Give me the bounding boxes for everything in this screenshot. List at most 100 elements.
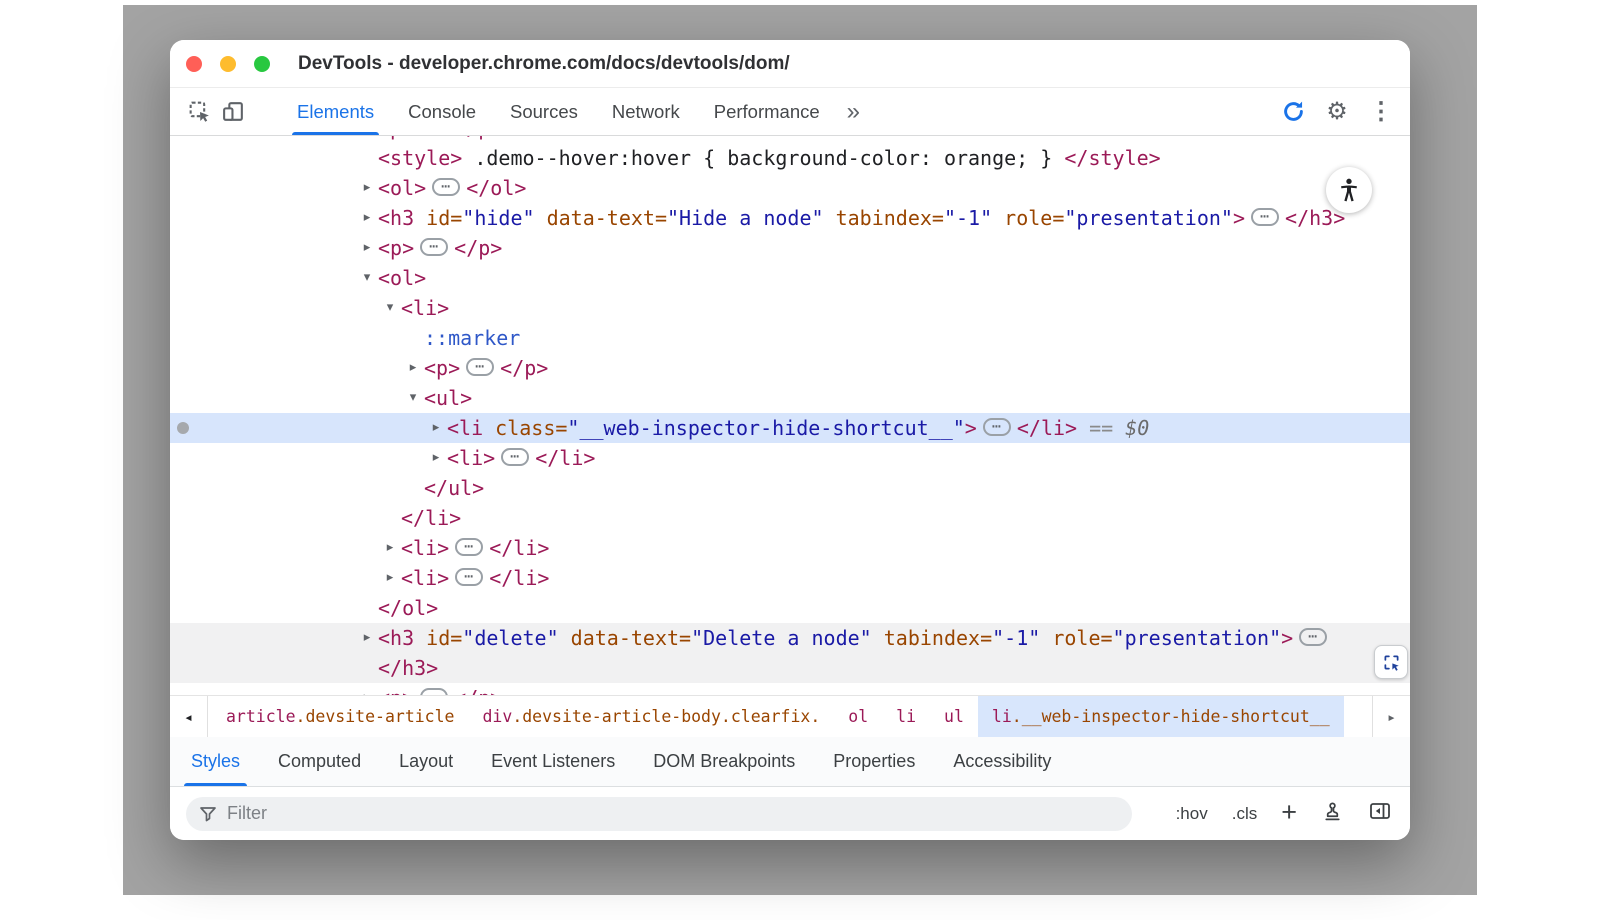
inspect-cursor-icon [187,99,212,124]
collapsed-arrow-icon[interactable]: ▸ [358,136,376,143]
dom-token-tag: </p> [454,236,502,260]
dom-row[interactable]: ▸<p>⋯</p> [170,136,1410,143]
sidebar-tab-event-listeners[interactable]: Event Listeners [472,737,634,786]
expand-children-icon[interactable]: ⋯ [983,418,1011,436]
dom-token-tag: > [1281,626,1293,650]
device-toolbar-icon [221,99,246,124]
tab-elements[interactable]: Elements [280,88,391,135]
collapsed-arrow-icon[interactable]: ▸ [381,533,399,563]
breadcrumb-scroll-left-icon[interactable]: ◂ [170,696,208,737]
dom-tree[interactable]: ▸<p>⋯</p><style> .demo--hover:hover { ba… [170,136,1410,695]
sidebar-tab-computed[interactable]: Computed [259,737,380,786]
expanded-arrow-icon[interactable]: ▾ [358,263,376,293]
dom-row[interactable]: ▸<li>⋯</li> [170,533,1410,563]
collapsed-arrow-icon[interactable]: ▸ [358,233,376,263]
zoom-button[interactable] [254,56,270,72]
sidebar-tab-properties[interactable]: Properties [814,737,934,786]
collapsed-arrow-icon[interactable]: ▸ [427,413,445,443]
dom-row[interactable]: ▸<h3 id="delete" data-text="Delete a nod… [170,623,1410,653]
dom-token-tag: <h3 [378,206,414,230]
dom-row[interactable]: </ol> [170,593,1410,623]
collapsed-arrow-icon[interactable]: ▸ [381,563,399,593]
dom-row[interactable]: ▾<ol> [170,263,1410,293]
kebab-menu-icon[interactable]: ⋮ [1364,95,1398,129]
expanded-arrow-icon[interactable]: ▾ [381,293,399,323]
tab-performance[interactable]: Performance [697,88,837,135]
collapsed-arrow-icon[interactable]: ▸ [358,203,376,233]
sidebar-tab-dom-breakpoints[interactable]: DOM Breakpoints [634,737,814,786]
dom-token-tag: </ol> [466,176,526,200]
pick-element-button[interactable] [1374,645,1408,679]
dom-token-pseudo: ::marker [424,326,520,350]
style-filter-field[interactable] [186,797,1132,831]
breadcrumb-item[interactable]: li.__web-inspector-hide-shortcut__ [978,696,1344,737]
dom-row[interactable]: ▸<li class="__web-inspector-hide-shortcu… [170,413,1410,443]
breadcrumb-item[interactable]: ul [930,696,978,737]
tab-sources[interactable]: Sources [493,88,595,135]
dom-row[interactable]: ▾<li> [170,293,1410,323]
element-classes-button[interactable]: .cls [1232,804,1258,824]
tab-network[interactable]: Network [595,88,697,135]
expand-children-icon[interactable]: ⋯ [501,448,529,466]
expand-children-icon[interactable]: ⋯ [455,538,483,556]
expanded-arrow-icon[interactable]: ▾ [404,383,422,413]
expand-children-icon[interactable]: ⋯ [466,358,494,376]
filter-input[interactable] [227,803,1120,824]
inspect-element-button[interactable] [182,95,216,129]
dom-row[interactable]: </ul> [170,473,1410,503]
collapsed-arrow-icon[interactable]: ▸ [404,353,422,383]
breadcrumb-items: article.devsite-articlediv.devsite-artic… [208,696,1372,737]
breadcrumb-item[interactable]: div.devsite-article-body.clearfix. [469,696,835,737]
dom-row[interactable]: ▸<h3 id="hide" data-text="Hide a node" t… [170,203,1410,233]
breadcrumb-tag: div [483,707,513,726]
more-tabs-button[interactable]: » [837,98,870,126]
sidebar-tab-layout[interactable]: Layout [380,737,472,786]
breadcrumb-item[interactable]: li [882,696,930,737]
dom-row[interactable]: ::marker [170,323,1410,353]
dom-row[interactable]: ▾<ul> [170,383,1410,413]
toggle-element-state-button[interactable]: :hov [1176,804,1208,824]
devtools-tabs: ElementsConsoleSourcesNetworkPerformance [280,88,837,135]
tab-console[interactable]: Console [391,88,493,135]
expand-children-icon[interactable]: ⋯ [1299,628,1327,646]
dom-token-attr: tabindex= [824,206,944,230]
breadcrumb-item[interactable]: ol [834,696,882,737]
dom-token-val: "-1" [992,626,1040,650]
collapsed-arrow-icon[interactable]: ▸ [358,683,376,695]
minimize-button[interactable] [220,56,236,72]
expand-children-icon[interactable]: ⋯ [420,238,448,256]
expand-children-icon[interactable]: ⋯ [420,688,448,696]
dom-row[interactable]: ▸<li>⋯</li> [170,443,1410,473]
sidebar-tabs: StylesComputedLayoutEvent ListenersDOM B… [170,737,1410,787]
dom-row[interactable]: </li> [170,503,1410,533]
breadcrumb-scroll-right-icon[interactable]: ▸ [1372,696,1410,737]
collapse-panel-icon[interactable] [1368,799,1392,828]
dom-row[interactable]: ▸<p>⋯</p> [170,353,1410,383]
dom-row[interactable]: ▸<ol>⋯</ol> [170,173,1410,203]
expand-children-icon[interactable]: ⋯ [455,568,483,586]
styles-toolbar: :hov .cls + [170,787,1410,840]
dom-row[interactable]: ▸<p>⋯</p> [170,683,1410,695]
dom-row[interactable]: </h3> [170,653,1410,683]
device-toolbar-button[interactable] [216,95,250,129]
reload-devtools-button[interactable] [1276,95,1310,129]
collapsed-arrow-icon[interactable]: ▸ [427,443,445,473]
accessibility-button[interactable] [1326,167,1372,213]
dom-row[interactable]: <style> .demo--hover:hover { background-… [170,143,1410,173]
settings-gear-icon[interactable]: ⚙ [1320,95,1354,129]
breadcrumb-item[interactable]: article.devsite-article [212,696,469,737]
titlebar[interactable]: DevTools - developer.chrome.com/docs/dev… [170,40,1410,88]
stamp-icon[interactable] [1321,800,1344,828]
sidebar-tab-accessibility[interactable]: Accessibility [934,737,1070,786]
dom-token-plain: .demo--hover:hover { background-color: o… [462,146,1064,170]
expand-children-icon[interactable]: ⋯ [432,178,460,196]
collapsed-arrow-icon[interactable]: ▸ [358,173,376,203]
expand-children-icon[interactable]: ⋯ [1251,208,1279,226]
new-style-rule-button[interactable]: + [1281,799,1297,826]
dom-row[interactable]: ▸<li>⋯</li> [170,563,1410,593]
sidebar-tab-styles[interactable]: Styles [172,737,259,786]
dom-token-flag: == [1077,416,1125,440]
dom-row[interactable]: ▸<p>⋯</p> [170,233,1410,263]
collapsed-arrow-icon[interactable]: ▸ [358,623,376,653]
close-button[interactable] [186,56,202,72]
